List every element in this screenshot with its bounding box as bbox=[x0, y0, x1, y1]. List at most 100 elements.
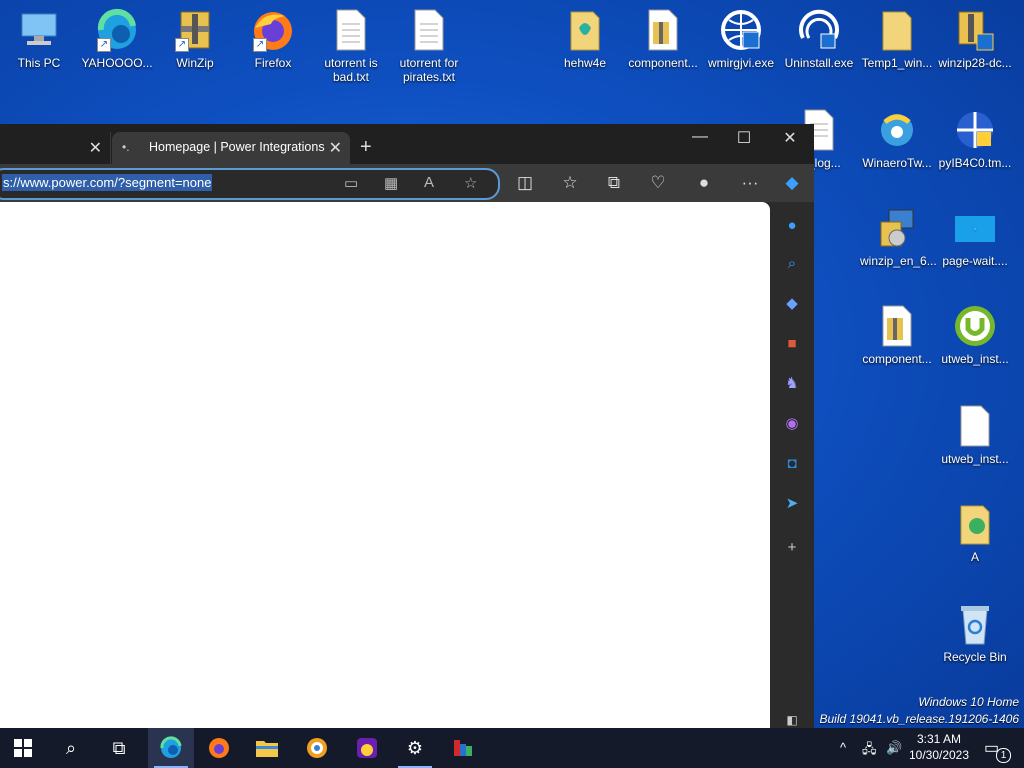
installer-icon bbox=[953, 8, 997, 52]
taskbar-winrar-like[interactable] bbox=[440, 728, 486, 768]
notifications-icon[interactable]: ● bbox=[780, 214, 804, 238]
address-url[interactable]: s://www.power.com/?segment=none bbox=[2, 174, 213, 191]
taskbar-settings[interactable]: ⚙ bbox=[392, 728, 438, 768]
edge-sidebar: ● ⌕ ◆ ■ ♞ ◉ ◘ ➤ + ◧ bbox=[770, 202, 814, 728]
close-window-icon[interactable]: ✕ bbox=[770, 128, 810, 148]
add-sidebar-app-icon[interactable]: + bbox=[780, 536, 804, 560]
read-aloud-icon[interactable]: A bbox=[424, 174, 434, 191]
svg-text:·: · bbox=[974, 225, 977, 234]
clock-time: 3:31 AM bbox=[916, 732, 962, 746]
desktop-icon-utweb-inst-1[interactable]: utweb_inst... bbox=[936, 296, 1014, 366]
image-file-icon: · bbox=[953, 206, 997, 250]
search-icon[interactable]: ⌕ bbox=[780, 252, 804, 276]
edge-browser-window[interactable]: ✕ •. Homepage | Power Integrations ✕ + —… bbox=[0, 124, 814, 728]
browser-toolbar: s://www.power.com/?segment=none ▭ ▦ A ☆ … bbox=[0, 164, 814, 202]
text-file-icon bbox=[329, 8, 373, 52]
desktop-icon-winzip28[interactable]: winzip28-dc... bbox=[936, 0, 1014, 70]
firefox-icon: ↗ bbox=[251, 8, 295, 52]
split-screen-icon[interactable]: ◫ bbox=[513, 173, 537, 193]
desktop-icon-this-pc[interactable]: This PC bbox=[0, 0, 78, 70]
desktop-icon-wmirgjvi[interactable]: wmirgjvi.exe bbox=[702, 0, 780, 70]
icon-label: winzip28-dc... bbox=[938, 56, 1012, 70]
taskbar-clock[interactable]: 3:31 AM 10/30/2023 bbox=[902, 731, 976, 763]
recycle-bin-icon bbox=[953, 602, 997, 646]
utorrent-icon bbox=[953, 304, 997, 348]
microsoft-365-icon[interactable]: ◉ bbox=[780, 412, 804, 436]
winzip-icon: ↗ bbox=[173, 8, 217, 52]
setup-icon bbox=[875, 206, 919, 250]
games-icon[interactable]: ♞ bbox=[780, 372, 804, 396]
icon-label: utweb_inst... bbox=[941, 352, 1009, 366]
icon-label: utweb_inst... bbox=[941, 452, 1009, 466]
desktop-icon-recycle-bin[interactable]: Recycle Bin bbox=[936, 594, 1014, 664]
tab-background[interactable]: ✕ bbox=[0, 132, 111, 164]
profile-avatar-icon[interactable]: ● bbox=[692, 173, 716, 193]
taskbar-firefox[interactable] bbox=[196, 728, 242, 768]
search-button[interactable]: ⌕ bbox=[48, 728, 94, 768]
desktop-icon-a[interactable]: A bbox=[936, 494, 1014, 564]
desktop-icon-winzip[interactable]: ↗ WinZip bbox=[156, 0, 234, 70]
gear-icon: ⚙ bbox=[406, 737, 424, 758]
yahoo-icon bbox=[357, 738, 377, 758]
more-options-icon[interactable]: ··· bbox=[738, 173, 762, 193]
desktop-icon-utorrent-for-pirates[interactable]: utorrent for pirates.txt bbox=[390, 0, 468, 84]
desktop-icon-temp1-win[interactable]: Temp1_win... bbox=[858, 0, 936, 70]
show-hidden-icons-icon[interactable]: ^ bbox=[840, 740, 846, 755]
desktop-icon-yahoo[interactable]: ↗ YAHOOOO... bbox=[78, 0, 156, 70]
icon-label: This PC bbox=[17, 56, 61, 70]
desktop-icon-component-1[interactable]: component... bbox=[624, 0, 702, 70]
desktop-icon-winaerotweaker[interactable]: WinaeroTw... bbox=[858, 100, 936, 170]
globe-exe-icon bbox=[719, 8, 763, 52]
folder-icon bbox=[256, 741, 278, 757]
desktop-icon-winzip-en[interactable]: winzip_en_6... bbox=[858, 198, 937, 268]
favorites-icon[interactable]: ☆ bbox=[558, 173, 582, 193]
icon-label: component... bbox=[862, 352, 932, 366]
favorite-star-icon[interactable]: ☆ bbox=[464, 174, 477, 192]
taskbar-yahoo-app[interactable] bbox=[344, 728, 390, 768]
collections-icon[interactable]: ⧉ bbox=[602, 173, 626, 193]
desktop-icon-firefox[interactable]: ↗ Firefox bbox=[234, 0, 312, 70]
network-icon[interactable]: 🖧 bbox=[862, 740, 877, 762]
maximize-icon[interactable]: ☐ bbox=[724, 128, 764, 148]
edge-icon bbox=[160, 736, 182, 758]
tab-active[interactable]: •. Homepage | Power Integrations ✕ bbox=[112, 132, 350, 164]
start-button[interactable] bbox=[0, 728, 46, 768]
desktop-icon-pyib4c0[interactable]: pyIB4C0.tm... bbox=[936, 100, 1014, 170]
task-view-button[interactable]: ⧉ bbox=[96, 728, 142, 768]
browser-essentials-icon[interactable]: ♡ bbox=[646, 173, 670, 193]
desktop-icon-utorrent-is-bad[interactable]: utorrent is bad.txt bbox=[312, 0, 390, 84]
copilot-icon[interactable]: ◆ bbox=[780, 173, 804, 193]
desktop-icon-uninstall[interactable]: Uninstall.exe bbox=[780, 0, 858, 70]
minimize-icon[interactable]: — bbox=[680, 128, 720, 146]
icon-label: component... bbox=[628, 56, 698, 70]
tab-title: Homepage | Power Integrations bbox=[149, 140, 325, 154]
apps-icon[interactable]: ▦ bbox=[384, 174, 398, 192]
folder-icon bbox=[563, 8, 607, 52]
icon-label: wmirgjvi.exe bbox=[707, 56, 774, 70]
taskbar-chrome-like-browser[interactable] bbox=[294, 728, 340, 768]
icon-label: utorrent is bad.txt bbox=[324, 56, 378, 84]
folder-icon bbox=[875, 8, 919, 52]
outlook-icon[interactable]: ◘ bbox=[780, 452, 804, 476]
loading-favicon-icon: •. bbox=[122, 140, 130, 154]
taskbar-edge[interactable] bbox=[148, 728, 194, 768]
address-bar[interactable]: s://www.power.com/?segment=none ▭ ▦ A ☆ bbox=[0, 168, 500, 200]
archive-icon bbox=[641, 8, 685, 52]
desktop-icon-page-wait[interactable]: · page-wait.... bbox=[936, 198, 1014, 268]
drop-icon[interactable]: ➤ bbox=[780, 492, 804, 516]
desktop-icon-component-2[interactable]: component... bbox=[858, 296, 936, 366]
archive-app-icon bbox=[454, 740, 472, 756]
tools-icon[interactable]: ■ bbox=[780, 332, 804, 356]
web-page-content[interactable] bbox=[0, 202, 770, 728]
taskbar-file-explorer[interactable] bbox=[244, 728, 290, 768]
icon-label: Firefox bbox=[254, 56, 292, 70]
computer-icon bbox=[17, 8, 61, 52]
tab-close-icon[interactable]: ✕ bbox=[329, 138, 342, 158]
volume-icon[interactable]: 🔊 bbox=[886, 740, 902, 756]
desktop-icon-hehw4e[interactable]: hehw4e bbox=[546, 0, 624, 70]
desktop-icon-utweb-inst-2[interactable]: utweb_inst... bbox=[936, 396, 1014, 466]
new-tab-icon[interactable]: + bbox=[360, 136, 372, 159]
cast-icon[interactable]: ▭ bbox=[344, 174, 358, 192]
tab-close-icon[interactable]: ✕ bbox=[89, 138, 102, 158]
shopping-icon[interactable]: ◆ bbox=[780, 292, 804, 316]
